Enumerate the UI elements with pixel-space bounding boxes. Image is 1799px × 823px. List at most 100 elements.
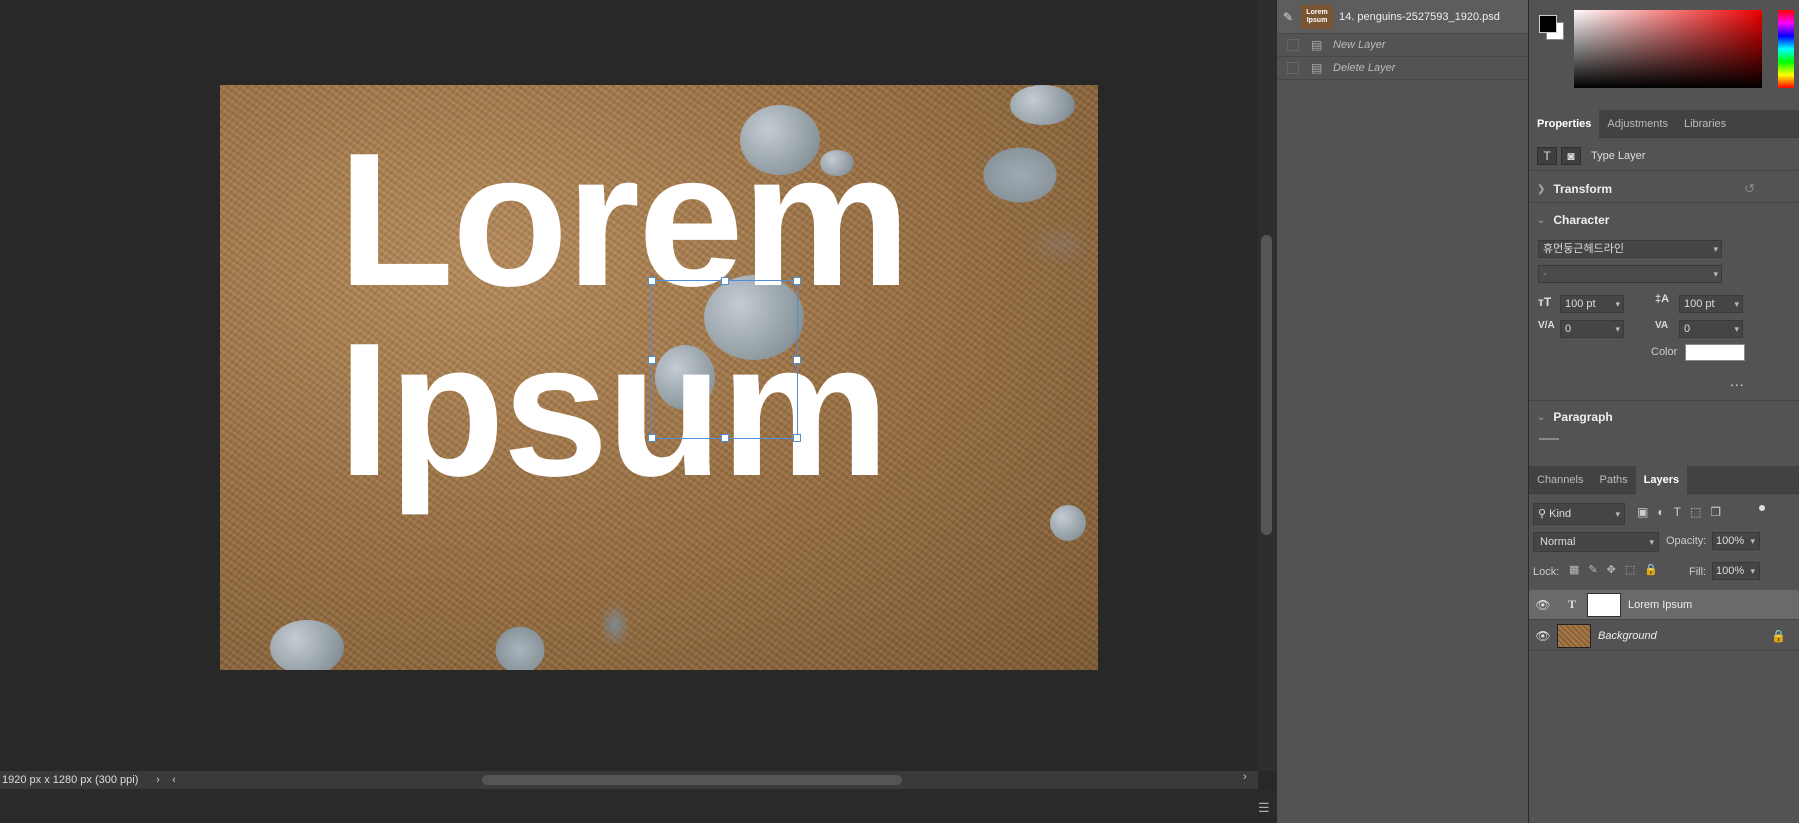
document-area[interactable]: Lorem Ipsum 1920 px x 1280 px (300 ppi) … (0, 0, 1276, 823)
layer-filter-kind-dropdown[interactable]: ⚲ Kind ▾ (1533, 503, 1625, 525)
font-size-field[interactable]: 100 pt ▾ (1560, 295, 1624, 313)
handle-middle-right[interactable] (793, 356, 801, 364)
history-item[interactable]: ▤ New Layer (1277, 34, 1528, 57)
more-options-button[interactable]: ... (1730, 373, 1745, 389)
chevron-down-icon: ▾ (1750, 536, 1755, 546)
lock-image-icon[interactable]: ✎ (1588, 563, 1597, 576)
transform-label: Transform (1553, 182, 1613, 196)
chevron-down-icon: ▾ (1615, 509, 1620, 519)
handle-bottom-right[interactable] (793, 434, 801, 442)
opacity-label: Opacity: (1666, 535, 1707, 547)
layer-type-label: Type Layer (1591, 150, 1646, 162)
character-section-header[interactable]: ⌄ Character (1537, 213, 1609, 227)
history-panel: ✎ Lorem Ipsum 14. penguins-2527593_1920.… (1276, 0, 1528, 823)
handle-top-left[interactable] (648, 277, 656, 285)
layer-thumbnail (1557, 623, 1591, 648)
layer-filter-icons: ▣ ◐ T ⬚ ❐ (1637, 505, 1721, 519)
text-color-swatch[interactable] (1685, 344, 1745, 361)
canvas-image[interactable]: Lorem Ipsum (220, 85, 1098, 670)
lock-transparent-icon[interactable]: ▦ (1569, 563, 1579, 576)
type-filter-icon[interactable]: T (1674, 505, 1681, 519)
fill-label: Fill: (1689, 566, 1707, 578)
transform-selection-box[interactable] (648, 277, 801, 442)
lock-label: Lock: (1533, 566, 1560, 578)
transform-section-header[interactable]: ❯ Transform (1537, 182, 1612, 196)
lock-all-icon[interactable]: 🔒 (1644, 563, 1658, 576)
history-item-label: Delete Layer (1333, 62, 1396, 74)
chevron-down-icon: ▾ (1615, 299, 1620, 309)
chevron-down-icon: ▾ (1734, 324, 1739, 334)
adjustment-filter-icon[interactable]: ◐ (1657, 505, 1664, 519)
scroll-left-arrow[interactable]: ‹ (166, 774, 182, 786)
pixel-filter-icon[interactable]: ▣ (1637, 505, 1648, 519)
paragraph-section-header[interactable]: ⌄ Paragraph (1537, 410, 1613, 424)
tab-properties[interactable]: Properties (1529, 110, 1600, 138)
kerning-field[interactable]: 0 ▾ (1560, 320, 1624, 338)
blend-mode-dropdown[interactable]: Normal ▾ (1533, 532, 1659, 552)
layers-tabs: Channels Paths Layers (1529, 466, 1799, 494)
lock-artboard-icon[interactable]: ⬚ (1625, 563, 1635, 576)
chevron-down-icon: ▾ (1649, 537, 1654, 547)
history-item-label: New Layer (1333, 39, 1386, 51)
layer-row[interactable]: 👁 Background 🔒 (1529, 621, 1799, 651)
tab-paths[interactable]: Paths (1591, 466, 1635, 494)
kerning-icon: V/A (1538, 320, 1555, 331)
history-source-checkbox[interactable] (1287, 39, 1299, 51)
layer-name[interactable]: Background (1598, 630, 1657, 642)
kerning-value: 0 (1565, 323, 1572, 335)
color-picker-field[interactable] (1574, 10, 1762, 88)
bottom-strip (0, 789, 1276, 823)
leading-icon: ‡A (1655, 293, 1670, 305)
filter-toggle-switch[interactable] (1759, 505, 1765, 521)
tracking-field[interactable]: 0 ▾ (1679, 320, 1743, 338)
scroll-right-arrow[interactable]: › (1243, 771, 1247, 783)
smart-object-filter-icon[interactable]: ❐ (1710, 505, 1721, 519)
tab-channels[interactable]: Channels (1529, 466, 1591, 494)
font-size-value: 100 pt (1565, 298, 1596, 310)
status-menu-arrow[interactable]: › (150, 774, 166, 786)
character-label: Character (1553, 213, 1610, 227)
leading-field[interactable]: 100 pt ▾ (1679, 295, 1743, 313)
handle-top-center[interactable] (721, 277, 729, 285)
vertical-scrollbar[interactable] (1261, 235, 1272, 535)
lock-icons: ▦ ✎ ✥ ⬚ 🔒 (1569, 563, 1658, 576)
stone-6 (270, 620, 344, 670)
tab-layers[interactable]: Layers (1635, 466, 1688, 494)
handle-bottom-left[interactable] (648, 434, 656, 442)
mask-icon[interactable]: ◙ (1561, 147, 1581, 165)
shape-filter-icon[interactable]: ⬚ (1690, 505, 1701, 519)
layer-name[interactable]: Lorem Ipsum (1628, 599, 1692, 611)
canvas-type-text[interactable]: Lorem Ipsum (338, 125, 911, 505)
divider (1529, 202, 1799, 203)
type-layer-icon: T (1567, 597, 1576, 611)
font-style-value: - (1543, 268, 1547, 280)
tab-adjustments[interactable]: Adjustments (1599, 110, 1676, 138)
eye-icon[interactable]: 👁 (1529, 598, 1557, 612)
chevron-right-icon: ❯ (1537, 183, 1546, 195)
fill-field[interactable]: 100% ▾ (1712, 562, 1760, 580)
history-brush-icon[interactable]: ✎ (1283, 10, 1295, 24)
handle-middle-left[interactable] (648, 356, 656, 364)
horizontal-scrollbar[interactable] (482, 775, 902, 785)
photoshop-window: Lorem Ipsum 1920 px x 1280 px (300 ppi) … (0, 0, 1799, 823)
font-family-dropdown[interactable]: 휴먼둥근헤드라인 ▾ (1538, 240, 1722, 258)
opacity-field[interactable]: 100% ▾ (1712, 532, 1760, 550)
handle-top-right[interactable] (793, 277, 801, 285)
eye-icon[interactable]: 👁 (1529, 629, 1557, 643)
font-style-dropdown[interactable]: - ▾ (1538, 265, 1722, 283)
tab-libraries[interactable]: Libraries (1676, 110, 1734, 138)
lock-position-icon[interactable]: ✥ (1607, 563, 1616, 576)
handle-bottom-center[interactable] (721, 434, 729, 442)
fill-value: 100% (1716, 565, 1745, 577)
reset-transform-icon[interactable]: ↺ (1744, 181, 1755, 197)
history-snapshot[interactable]: ✎ Lorem Ipsum 14. penguins-2527593_1920.… (1277, 0, 1528, 34)
hamburger-icon[interactable]: ☰ (1258, 800, 1270, 816)
layer-row[interactable]: 👁 T Lorem Ipsum (1529, 590, 1799, 620)
history-item[interactable]: ▤ Delete Layer (1277, 57, 1528, 80)
foreground-color-swatch[interactable] (1539, 15, 1557, 33)
hue-slider[interactable] (1778, 10, 1794, 88)
canvas-text-line1: Lorem (338, 114, 911, 326)
type-layer-icon: T (1537, 147, 1557, 165)
history-step-icon: ▤ (1311, 38, 1323, 52)
history-source-checkbox[interactable] (1287, 62, 1299, 74)
